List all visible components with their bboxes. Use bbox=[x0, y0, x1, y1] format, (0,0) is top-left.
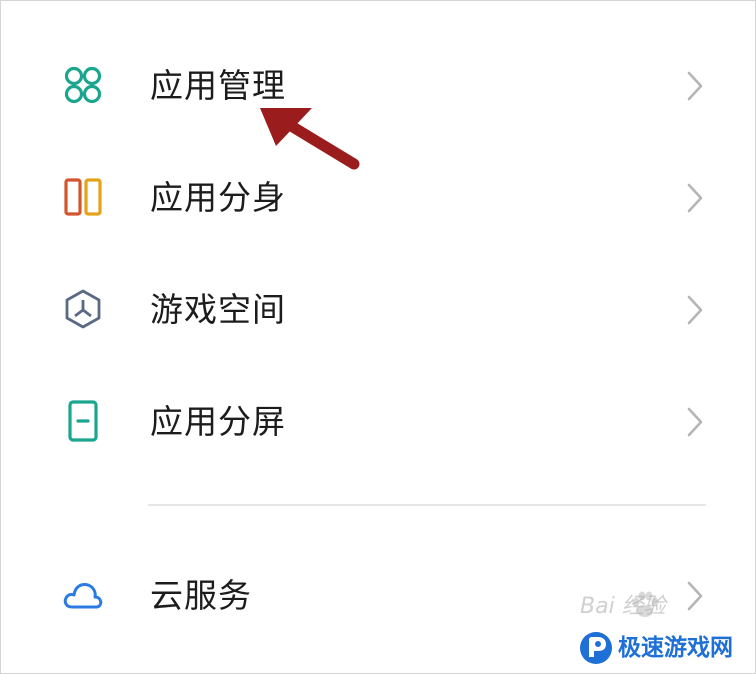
settings-item-app-management[interactable]: 应用管理 bbox=[0, 28, 756, 140]
chevron-right-icon bbox=[682, 292, 708, 328]
annotation-arrow-icon bbox=[254, 102, 366, 178]
chevron-right-icon bbox=[682, 404, 708, 440]
settings-item-label: 游戏空间 bbox=[150, 290, 286, 329]
baidu-paw-icon bbox=[628, 590, 662, 620]
settings-item-label: 应用分身 bbox=[150, 178, 286, 217]
chevron-right-icon bbox=[682, 180, 708, 216]
app-clone-icon bbox=[62, 176, 104, 218]
split-screen-icon bbox=[62, 400, 104, 442]
site-logo-text: 极速游戏网 bbox=[618, 635, 733, 661]
site-logo: 极速游戏网 bbox=[578, 628, 748, 668]
cloud-icon bbox=[62, 574, 104, 616]
settings-item-label: 云服务 bbox=[150, 576, 252, 615]
section-divider bbox=[148, 504, 706, 506]
app-grid-icon bbox=[62, 64, 104, 106]
chevron-right-icon bbox=[682, 68, 708, 104]
settings-item-app-clone[interactable]: 应用分身 bbox=[0, 140, 756, 252]
site-logo-icon bbox=[578, 630, 614, 666]
game-space-icon bbox=[62, 288, 104, 330]
settings-item-split-screen[interactable]: 应用分屏 bbox=[0, 364, 756, 476]
settings-item-label: 应用分屏 bbox=[150, 402, 286, 441]
settings-item-game-space[interactable]: 游戏空间 bbox=[0, 252, 756, 364]
